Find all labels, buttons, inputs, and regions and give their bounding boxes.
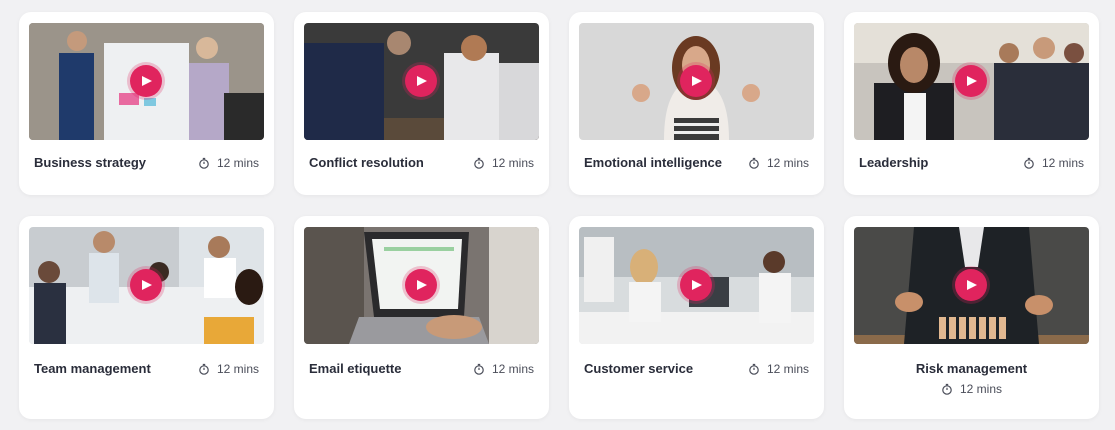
course-title: Risk management xyxy=(915,361,1028,376)
play-icon xyxy=(142,280,152,290)
duration-text: 12 mins xyxy=(959,382,1003,396)
duration-text: 12 mins xyxy=(1041,155,1084,170)
course-thumbnail[interactable] xyxy=(29,227,264,344)
course-thumbnail[interactable] xyxy=(854,23,1089,140)
course-thumbnail[interactable] xyxy=(579,227,814,344)
course-thumbnail[interactable] xyxy=(304,23,539,140)
stopwatch-icon xyxy=(749,363,759,375)
course-title: Conflict resolution xyxy=(309,155,424,170)
course-card-emotional-intelligence[interactable]: Emotional intelligence 12 mins xyxy=(569,12,824,195)
play-button[interactable] xyxy=(955,65,987,97)
course-title: Emotional intelligence xyxy=(584,155,722,170)
course-title: Customer service xyxy=(584,361,694,376)
play-icon xyxy=(417,76,427,86)
course-title: Leadership xyxy=(859,155,929,170)
play-icon xyxy=(692,76,702,86)
course-duration: 12 mins xyxy=(748,362,809,376)
course-thumbnail[interactable] xyxy=(304,227,539,344)
course-card-business-strategy[interactable]: Business strategy 12 mins xyxy=(19,12,274,195)
play-button[interactable] xyxy=(680,65,712,97)
course-duration: 12 mins xyxy=(473,156,534,170)
play-icon xyxy=(967,76,977,86)
course-card-customer-service[interactable]: Customer service 12 mins xyxy=(569,216,824,419)
play-icon xyxy=(417,280,427,290)
play-icon xyxy=(142,76,152,86)
stopwatch-icon xyxy=(942,383,952,395)
play-button[interactable] xyxy=(405,65,437,97)
course-card-risk-management[interactable]: Risk management 12 mins xyxy=(844,216,1099,419)
duration-text: 12 mins xyxy=(766,361,809,376)
course-card-leadership[interactable]: Leadership 12 mins xyxy=(844,12,1099,195)
course-thumbnail[interactable] xyxy=(579,23,814,140)
stopwatch-icon xyxy=(474,363,484,375)
play-icon xyxy=(692,280,702,290)
play-button[interactable] xyxy=(130,65,162,97)
duration-text: 12 mins xyxy=(491,361,534,376)
play-button[interactable] xyxy=(405,269,437,301)
stopwatch-icon xyxy=(1024,157,1034,169)
stopwatch-icon xyxy=(474,157,484,169)
course-duration: 12 mins xyxy=(198,362,259,376)
stopwatch-icon xyxy=(199,363,209,375)
course-card-conflict-resolution[interactable]: Conflict resolution 12 mins xyxy=(294,12,549,195)
course-duration: 12 mins xyxy=(1023,156,1084,170)
duration-text: 12 mins xyxy=(216,155,259,170)
duration-text: 12 mins xyxy=(216,361,259,376)
duration-text: 12 mins xyxy=(766,155,809,170)
course-card-team-management[interactable]: Team management 12 mins xyxy=(19,216,274,419)
course-duration: 12 mins xyxy=(473,362,534,376)
course-duration: 12 mins xyxy=(748,156,809,170)
course-title: Team management xyxy=(34,361,151,376)
stopwatch-icon xyxy=(749,157,759,169)
play-icon xyxy=(967,280,977,290)
stopwatch-icon xyxy=(199,157,209,169)
course-card-email-etiquette[interactable]: Email etiquette 12 mins xyxy=(294,216,549,419)
course-title: Email etiquette xyxy=(309,361,402,376)
course-thumbnail[interactable] xyxy=(29,23,264,140)
course-duration: 12 mins xyxy=(198,156,259,170)
play-button[interactable] xyxy=(130,269,162,301)
play-button[interactable] xyxy=(955,269,987,301)
play-button[interactable] xyxy=(680,269,712,301)
course-duration: 12 mins xyxy=(941,382,1002,396)
course-thumbnail[interactable] xyxy=(854,227,1089,344)
duration-text: 12 mins xyxy=(491,155,534,170)
course-title: Business strategy xyxy=(34,155,146,170)
